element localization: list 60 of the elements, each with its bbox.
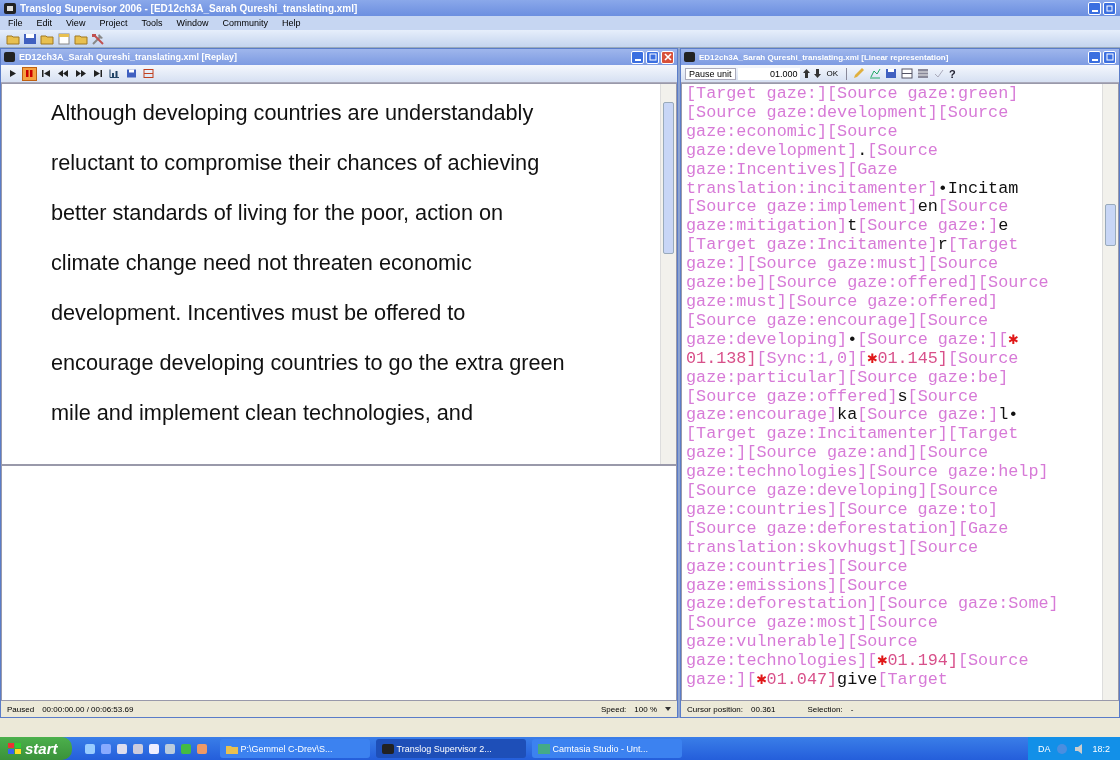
log-line: gaze:mitigation]t[Source gaze:]e [686,217,1009,237]
log-line: [Source gaze:development][Source [686,103,1009,123]
speed-dropdown[interactable]: 100 % [634,704,671,714]
ok-button[interactable]: OK [823,69,842,78]
log-line: gaze:emissions][Source [686,576,908,596]
log-line: [Source gaze:most][Source [686,614,938,634]
log-line: gaze:technologies][Source gaze:help] [686,463,1049,483]
pause-unit-field[interactable]: 01.000 [737,67,800,80]
log-line: [Target gaze:Incitamente]r[Target [686,236,1019,256]
document-title: ED12ch3A_Sarah Qureshi_translating.xml [Linear representation] [699,52,950,62]
menu-item[interactable]: Help [281,18,301,28]
cursor-position-value: 00.361 [751,704,776,714]
log-line: [Source gaze:implement]en[Source [686,198,1009,218]
log-line: gaze:][Source gaze:and][Source [686,444,989,464]
log-line: gaze:Incentives][Gaze [686,160,898,180]
playback-status: Paused [7,704,35,714]
log-line: gaze:technologies][✱01.194][Source [686,652,1029,672]
taskbar-button[interactable]: Camtasia Studio - Unt... [531,739,682,758]
log-line: [Source gaze:deforestation][Gaze [686,519,1009,539]
log-line: gaze:encourage]ka[Source gaze:]l• [686,406,1019,426]
source-text: Although developing countries are understandably reluctant to compromise their chances of achieving better standards of living for the poor, action on climate change need not threaten economic development. Incentives must be offered to encourage developing countries to go the extra green mile and implement clean technologies, and [50,99,566,427]
log-line: gaze:countries][Source [686,557,908,577]
log-line: gaze:][Source gaze:must][Source [686,255,999,275]
log-line: [Source gaze:encourage][Source [686,311,989,331]
log-line: gaze:must][Source gaze:offered] [686,292,999,312]
help-button[interactable]: ? [948,66,957,81]
taskbar-button[interactable]: Translog Supervisor 2... [375,739,526,758]
log-line: gaze:][✱01.047]give[Target [686,671,948,690]
cursor-position-label: Cursor position: [687,704,744,714]
speed-label: Speed: [600,704,627,714]
taskbar-button[interactable]: P:\Gemmel C-Drev\S... [219,739,370,758]
menu-item[interactable]: Window [176,18,209,28]
log-line: gaze:development].[Source [686,141,938,161]
menu-item[interactable]: Tools [141,18,163,28]
pause-unit-label: Pause unit [685,67,736,80]
log-line: gaze:be][Source gaze:offered][Source [686,274,1049,293]
window-title: Translog Supervisor 2006 - [ED12ch3A_Sarah Qureshi_translating.xml] [20,2,359,14]
log-line: gaze:vulnerable][Source [686,633,918,653]
log-line: [Target gaze:][Source gaze:green] [686,85,1019,104]
menu-item[interactable]: View [66,18,86,28]
log-line: [Target gaze:Incitamenter][Target [686,425,1019,445]
log-line: [Source gaze:offered]s[Source [686,387,979,407]
log-line: gaze:particular][Source gaze:be] [686,368,1009,388]
clock: 18:2 [1092,743,1110,754]
log-line: translation:incitamenter]•Incitam [686,179,1019,199]
menu-item[interactable]: Project [99,18,128,28]
selection-value: - [850,704,854,714]
menu-item[interactable]: Edit [36,18,53,28]
log-line: gaze:deforestation][Source gaze:Some] [686,595,1059,615]
log-line: 01.138][Sync:1,0][✱01.145][Source [686,349,1019,369]
document-title: ED12ch3A_Sarah Qureshi_translating.xml [Replay] [19,52,239,62]
log-line: translation:skovhugst][Source [686,538,979,558]
log-line: [Source gaze:developing][Source [686,482,999,501]
menu-item[interactable]: File [8,18,23,28]
playback-time: 00:00:00.00 / 00:06:53.69 [42,704,134,714]
menu-item[interactable]: Community [222,18,268,28]
log-line: gaze:countries][Source gaze:to] [686,500,999,520]
selection-label: Selection: [807,704,843,714]
log-line: gaze:economic][Source [686,122,898,142]
log-line: gaze:developing]•[Source gaze:][✱ [686,330,1019,350]
